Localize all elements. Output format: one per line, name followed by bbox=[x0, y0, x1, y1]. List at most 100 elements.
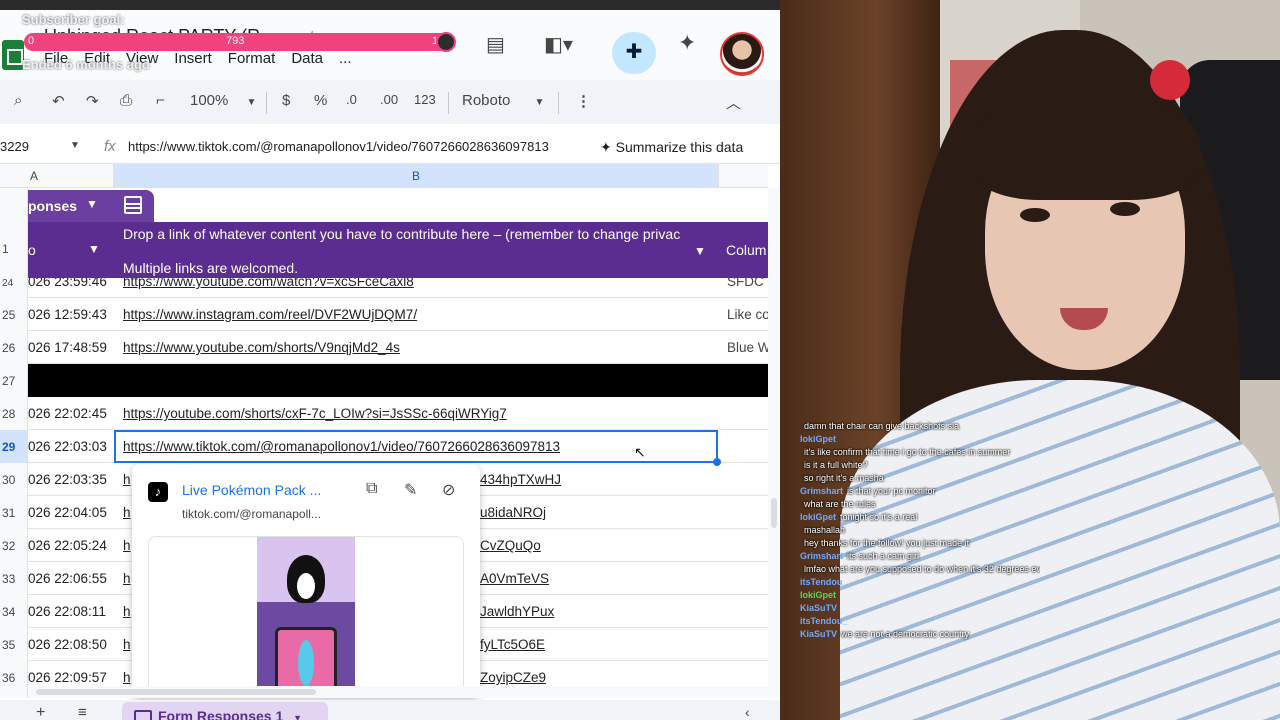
zoom-select[interactable]: 100% ▼ bbox=[190, 92, 256, 109]
summarize-button[interactable]: ✦ Summarize this data bbox=[600, 139, 743, 156]
link-cell-tail[interactable]: A0VmTeVS bbox=[480, 571, 549, 586]
percent-format-button[interactable]: % bbox=[314, 92, 327, 109]
table-name-chip[interactable]: ponses ▼ bbox=[28, 190, 154, 222]
link-cell-tail[interactable]: ZoyipCZe9 bbox=[480, 670, 546, 685]
link-cell-tail[interactable]: u8idaNROj bbox=[480, 505, 546, 520]
edit-link-icon[interactable]: ✎ bbox=[404, 480, 417, 500]
menu-more[interactable]: ... bbox=[339, 50, 352, 67]
column-header-c[interactable] bbox=[718, 164, 768, 188]
link-cell[interactable]: h bbox=[123, 538, 131, 553]
sheet-tab-label: Form Responses 1 bbox=[158, 708, 284, 720]
table-view-icon[interactable] bbox=[124, 196, 142, 214]
table-row-redacted[interactable] bbox=[28, 364, 768, 397]
redo-icon[interactable]: ↷ bbox=[86, 92, 99, 110]
vertical-scroll-thumb[interactable] bbox=[771, 498, 777, 528]
link-cell-tail[interactable]: 434hpTXwHJ bbox=[480, 472, 561, 487]
comments-icon[interactable]: ▤ bbox=[486, 32, 505, 57]
row-header[interactable]: 32 bbox=[0, 539, 28, 553]
link-cell[interactable]: https://www.instagram.com/reel/DVF2WUjDQ… bbox=[123, 307, 417, 322]
table-row[interactable]: 026 22:02:45 https://youtube.com/shorts/… bbox=[28, 397, 768, 430]
chevron-down-icon[interactable]: ▼ bbox=[86, 197, 98, 211]
more-options-icon[interactable]: ⋮ bbox=[576, 92, 591, 110]
undo-icon[interactable]: ↶ bbox=[52, 92, 65, 110]
unlink-icon[interactable]: ⊘ bbox=[442, 480, 455, 500]
search-menus-icon[interactable]: ⌕ bbox=[14, 92, 22, 109]
link-cell-tail[interactable]: JawldhYPux bbox=[480, 604, 554, 619]
horizontal-scrollbar[interactable] bbox=[28, 686, 780, 698]
row-header[interactable]: 28 bbox=[0, 407, 28, 421]
link-cell[interactable]: h bbox=[123, 637, 131, 652]
font-select[interactable]: Roboto ▼ bbox=[462, 92, 544, 109]
row-header[interactable]: 25 bbox=[0, 308, 28, 322]
horizontal-scroll-thumb[interactable] bbox=[36, 689, 316, 695]
link-cell[interactable]: h bbox=[123, 604, 131, 619]
sheets-app: Unhinged React PARTY (R... ☆ File Edit V… bbox=[0, 0, 780, 720]
table-row[interactable]: 026 17:48:59 https://www.youtube.com/sho… bbox=[28, 331, 768, 364]
name-box-dropdown-icon[interactable]: ▼ bbox=[70, 140, 80, 151]
link-cell[interactable]: https://www.youtube.com/shorts/V9nqjMd2_… bbox=[123, 340, 400, 355]
formula-input[interactable]: https://www.tiktok.com/@romanapollonov1/… bbox=[128, 139, 549, 154]
row-header[interactable]: 1 bbox=[0, 242, 28, 256]
column-header-a[interactable]: A bbox=[28, 164, 114, 188]
currency-format-button[interactable]: $ bbox=[282, 92, 290, 109]
header-cell-b-line1[interactable]: Drop a link of whatever content you have… bbox=[123, 226, 703, 242]
link-cell[interactable]: h bbox=[123, 505, 131, 520]
row-header[interactable]: 33 bbox=[0, 572, 28, 586]
header-cell-c[interactable]: Colum bbox=[726, 242, 766, 258]
link-cell[interactable]: h bbox=[123, 571, 131, 586]
preview-thumbnail-frame[interactable] bbox=[148, 536, 464, 698]
vertical-scrollbar[interactable] bbox=[768, 188, 780, 688]
account-avatar[interactable] bbox=[720, 32, 764, 76]
print-icon[interactable]: ⎙ bbox=[120, 92, 132, 109]
name-box[interactable]: 3229 bbox=[0, 139, 29, 154]
row-header[interactable]: 31 bbox=[0, 506, 28, 520]
copy-link-icon[interactable]: ⧉ bbox=[366, 480, 377, 498]
all-sheets-icon[interactable]: ≡ bbox=[78, 704, 87, 720]
menu-view[interactable]: View bbox=[126, 50, 158, 67]
link-cell[interactable]: https://youtube.com/shorts/cxF-7c_LOIw?s… bbox=[123, 406, 507, 421]
row-header[interactable]: 34 bbox=[0, 605, 28, 619]
header-cell-a[interactable]: o bbox=[28, 242, 36, 258]
link-cell-tail[interactable]: CvZQuQo bbox=[480, 538, 541, 553]
decrease-decimal-button[interactable]: .0 bbox=[346, 92, 357, 107]
more-formats-button[interactable]: 123 bbox=[414, 92, 436, 107]
paint-format-icon[interactable]: ⌐ bbox=[156, 92, 165, 109]
menu-data[interactable]: Data bbox=[291, 50, 323, 67]
increase-decimal-button[interactable]: .00 bbox=[380, 92, 398, 107]
chat-message: is it a full white? bbox=[800, 459, 1040, 472]
fill-handle[interactable] bbox=[713, 458, 721, 466]
row-header[interactable]: 26 bbox=[0, 341, 28, 355]
row-header[interactable]: 30 bbox=[0, 473, 28, 487]
column-headers: A B bbox=[0, 164, 768, 188]
chat-text: tonight so it's a real bbox=[840, 512, 918, 522]
row-header[interactable]: 36 bbox=[0, 671, 28, 685]
link-cell[interactable]: h bbox=[123, 670, 131, 685]
link-cell[interactable]: h bbox=[123, 472, 131, 487]
row-header[interactable]: 27 bbox=[0, 374, 28, 388]
chevron-left-icon[interactable]: ‹ bbox=[745, 704, 750, 720]
menu-edit[interactable]: Edit bbox=[84, 50, 110, 67]
meet-video-icon[interactable]: ◧▾ bbox=[544, 32, 573, 57]
chevron-down-icon[interactable]: ▼ bbox=[293, 713, 302, 720]
menu-file[interactable]: File bbox=[44, 50, 68, 67]
sheets-logo-icon[interactable] bbox=[2, 40, 24, 70]
table-row[interactable]: 026 12:59:43 https://www.instagram.com/r… bbox=[28, 298, 768, 331]
chevron-down-icon[interactable]: ▼ bbox=[88, 242, 100, 256]
table-row[interactable]: 026 23:59:46 https://www.youtube.com/wat… bbox=[28, 278, 768, 298]
menu-format[interactable]: Format bbox=[228, 50, 276, 67]
link-cell-tail[interactable]: fyLTc5O6E bbox=[480, 637, 545, 652]
add-sheet-icon[interactable]: + bbox=[36, 704, 45, 720]
collapse-menus-icon[interactable]: ︿ bbox=[726, 92, 741, 113]
link-cell[interactable]: https://www.youtube.com/watch?v=xcSFceCa… bbox=[123, 278, 414, 289]
menu-insert[interactable]: Insert bbox=[174, 50, 212, 67]
column-header-b[interactable]: B bbox=[114, 164, 718, 188]
sheet-tab[interactable]: Form Responses 1 ▼ bbox=[122, 702, 328, 720]
row-header[interactable]: 35 bbox=[0, 638, 28, 652]
gemini-sparkle-icon[interactable]: ✦ bbox=[678, 30, 696, 56]
chevron-down-icon[interactable]: ▼ bbox=[694, 244, 706, 258]
preview-title[interactable]: Live Pokémon Pack ... bbox=[182, 482, 321, 498]
row-header[interactable]: 24 bbox=[0, 278, 28, 289]
goal-current: 793 bbox=[226, 35, 245, 47]
share-button[interactable]: ✚ bbox=[612, 32, 656, 74]
row-header-selected[interactable]: 29 bbox=[0, 430, 28, 463]
